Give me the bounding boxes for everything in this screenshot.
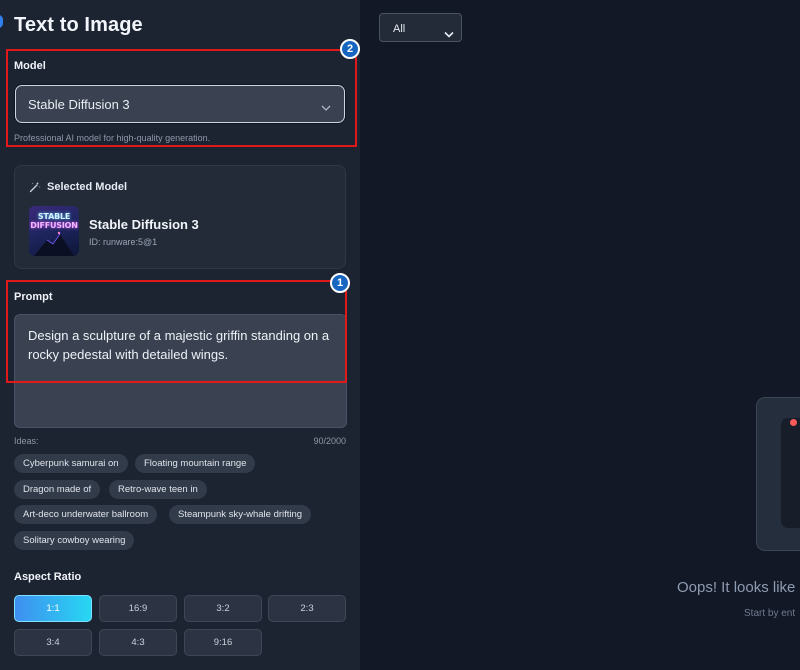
step-badge-2: 2	[340, 39, 360, 59]
selected-model-name: Stable Diffusion 3	[89, 217, 199, 232]
filter-select[interactable]: All	[379, 13, 462, 42]
aspect-ratio-option[interactable]: 2:3	[268, 595, 346, 622]
aspect-ratio-option[interactable]: 16:9	[99, 595, 177, 622]
aspect-ratio-option[interactable]: 4:3	[99, 629, 177, 656]
step-badge-1: 1	[330, 273, 350, 293]
idea-chip[interactable]: Art-deco underwater ballroom	[14, 505, 158, 524]
aspect-ratio-option[interactable]: 3:2	[184, 595, 262, 622]
idea-chip[interactable]: Steampunk sky-whale drifting	[169, 505, 312, 524]
gallery-panel: All Oops! It looks like Start by ent	[360, 0, 800, 670]
filter-select-value: All	[393, 23, 406, 35]
selected-model-card: Selected Model STABLE DIFFUSION Stable D…	[14, 165, 346, 269]
ideas-label: Ideas:	[14, 436, 39, 446]
page-title: Text to Image	[14, 14, 143, 36]
idea-chip[interactable]: Floating mountain range	[135, 454, 256, 473]
prompt-highlight-box	[6, 280, 347, 383]
collapse-handle[interactable]	[0, 15, 3, 28]
selected-model-id: ID: runware:5@1	[89, 237, 158, 247]
idea-chip[interactable]: Solitary cowboy wearing	[14, 531, 135, 550]
aspect-ratio-option[interactable]: 9:16	[184, 629, 262, 656]
empty-state-title: Oops! It looks like	[677, 579, 796, 596]
idea-chip[interactable]: Cyberpunk samurai on	[14, 454, 128, 473]
aspect-ratio-option[interactable]: 1:1	[14, 595, 92, 622]
model-thumbnail: STABLE DIFFUSION	[29, 206, 79, 256]
empty-state-illustration	[756, 397, 800, 551]
empty-state-subtitle: Start by ent	[744, 608, 796, 619]
aspect-ratio-option[interactable]: 3:4	[14, 629, 92, 656]
sidebar: Text to Image Model Stable Diffusion 3 P…	[0, 0, 360, 670]
idea-chip[interactable]: Dragon made of	[14, 480, 101, 499]
idea-chip[interactable]: Retro-wave teen in	[109, 480, 207, 499]
aspect-ratio-label: Aspect Ratio	[14, 571, 82, 583]
char-count: 90/2000	[313, 436, 346, 446]
chevron-down-icon	[444, 25, 454, 43]
magic-wand-icon	[29, 181, 41, 193]
model-highlight-box	[6, 49, 357, 147]
selected-model-heading: Selected Model	[29, 181, 127, 193]
selected-model-heading-text: Selected Model	[47, 181, 128, 193]
